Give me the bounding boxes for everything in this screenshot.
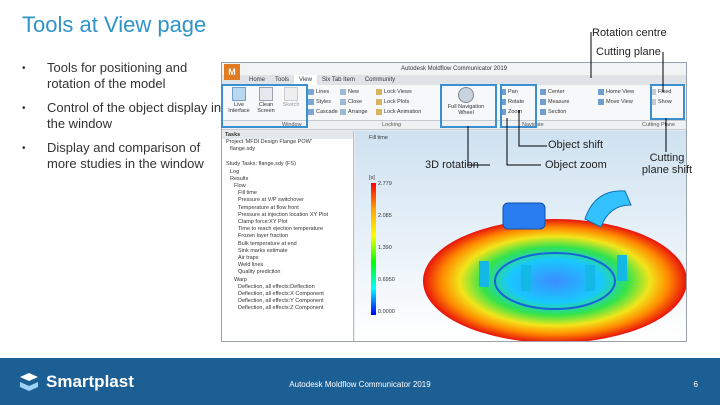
callout-object-zoom: Object zoom bbox=[545, 159, 607, 171]
callout-cutting-plane: Cutting plane bbox=[596, 46, 661, 58]
footer-center-text: Autodesk Moldflow Communicator 2019 bbox=[289, 380, 431, 389]
page-number: 6 bbox=[693, 380, 698, 389]
callout-rotation-centre: Rotation centre bbox=[592, 27, 667, 39]
callout-line-object-shift bbox=[518, 110, 547, 147]
callout-lines bbox=[467, 32, 667, 166]
callout-3d-rotation: 3D rotation bbox=[425, 159, 479, 171]
callout-object-shift: Object shift bbox=[548, 139, 604, 151]
callout-line-object-zoom bbox=[506, 118, 541, 166]
slide-footer: Smartplast Autodesk Moldflow Communicato… bbox=[0, 358, 720, 405]
callout-cutting-plane-shift: Cutting plane shift bbox=[641, 152, 693, 176]
